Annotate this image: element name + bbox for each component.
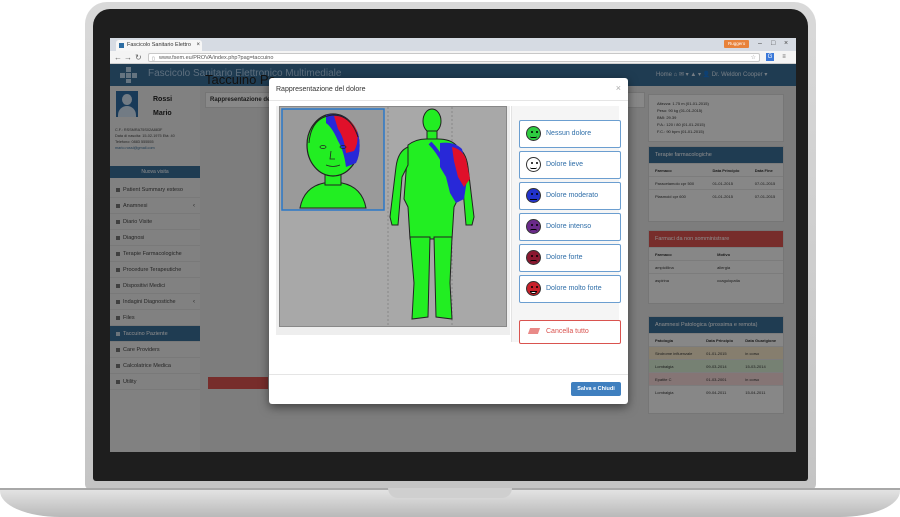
- face-none-icon: [526, 126, 541, 141]
- browser-user-badge[interactable]: Ruggero: [724, 40, 750, 48]
- browser-tab[interactable]: Fascicolo Sanitario Elettro ×: [116, 40, 202, 51]
- forward-arrow-icon[interactable]: →: [124, 52, 132, 63]
- face-strong-icon: [526, 250, 541, 265]
- reload-icon[interactable]: ↻: [135, 52, 142, 63]
- page-info-icon[interactable]: ▯: [152, 55, 155, 63]
- face-very-strong-icon: [526, 281, 541, 296]
- window-maximize-icon[interactable]: □: [771, 39, 775, 48]
- pain-level-column: Nessun dolore Dolore lieve Dolore modera…: [511, 106, 621, 344]
- window-minimize-icon[interactable]: –: [758, 39, 762, 48]
- address-url: www.fsem.eu/PROVA/index.php?pag=taccuino: [159, 55, 274, 61]
- translate-extension-icon[interactable]: G: [766, 53, 774, 61]
- clear-all-button[interactable]: Cancella tutto: [519, 320, 621, 344]
- browser-menu-icon[interactable]: ≡: [780, 53, 788, 61]
- tab-close-icon[interactable]: ×: [196, 40, 200, 51]
- pain-intense-button[interactable]: Dolore intenso: [519, 213, 621, 241]
- browser-toolbar: ← → ↻ ▯ www.fsem.eu/PROVA/index.php?pag=…: [110, 51, 796, 64]
- pain-none-button[interactable]: Nessun dolore: [519, 120, 621, 148]
- body-map-drawing[interactable]: [280, 107, 506, 326]
- browser-tabbar: Fascicolo Sanitario Elettro × Ruggero – …: [110, 38, 796, 51]
- bookmark-star-icon[interactable]: ☆: [751, 54, 756, 62]
- back-arrow-icon[interactable]: ←: [114, 52, 122, 63]
- address-bar[interactable]: ▯ www.fsem.eu/PROVA/index.php?pag=taccui…: [148, 53, 760, 62]
- modal-footer-divider: [269, 374, 628, 375]
- pain-body-map[interactable]: [279, 106, 507, 327]
- site-favicon-icon: [119, 43, 124, 48]
- window-close-icon[interactable]: ×: [784, 39, 788, 48]
- tab-title: Fascicolo Sanitario Elettro: [127, 42, 191, 48]
- laptop-notch: [388, 488, 512, 498]
- face-intense-icon: [526, 219, 541, 234]
- pain-modal: Rappresentazione del dolore × Nessun dol…: [269, 78, 628, 404]
- modal-divider: [269, 100, 628, 101]
- modal-title: Rappresentazione del dolore: [276, 86, 366, 93]
- save-and-close-button[interactable]: Salva e Chiudi: [571, 382, 621, 396]
- pain-strong-button[interactable]: Dolore forte: [519, 244, 621, 272]
- modal-close-icon[interactable]: ×: [616, 83, 621, 93]
- eraser-icon: [527, 328, 541, 334]
- face-moderate-icon: [526, 188, 541, 203]
- pain-very-strong-button[interactable]: Dolore molto forte: [519, 275, 621, 303]
- screen: Fascicolo Sanitario Elettro × Ruggero – …: [110, 38, 796, 452]
- pain-mild-button[interactable]: Dolore lieve: [519, 151, 621, 179]
- face-mild-icon: [526, 157, 541, 172]
- pain-moderate-button[interactable]: Dolore moderato: [519, 182, 621, 210]
- pain-canvas-area: [276, 106, 510, 335]
